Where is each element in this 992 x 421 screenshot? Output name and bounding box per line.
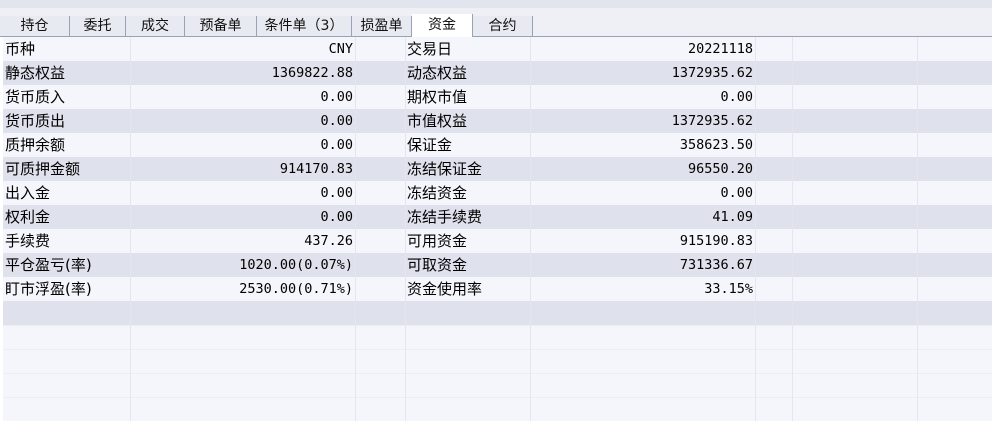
field-value: 914170.83 — [279, 161, 353, 177]
top-strip — [0, 0, 992, 8]
field-label: 冻结手续费 — [407, 208, 483, 226]
field-label: 静态权益 — [5, 64, 66, 82]
empty-row — [3, 301, 992, 325]
row-divider — [3, 373, 992, 374]
field-value: 0.00 — [720, 185, 753, 201]
column-divider — [917, 37, 918, 421]
field-label: 手续费 — [5, 232, 51, 250]
field-value: 437.26 — [304, 233, 353, 249]
empty-row — [3, 373, 992, 397]
field-label: 可取资金 — [407, 256, 468, 274]
field-label: 可质押金额 — [5, 160, 81, 178]
field-value: 1369822.88 — [271, 65, 353, 81]
field-label: 冻结资金 — [407, 184, 468, 202]
field-label: 冻结保证金 — [407, 160, 483, 178]
field-label: 货币质入 — [5, 88, 66, 106]
field-value: 0.00 — [320, 209, 353, 225]
column-divider — [792, 37, 793, 421]
tab-stop-profit-orders[interactable]: 损盈单 — [352, 16, 412, 36]
field-value: 731336.67 — [679, 257, 753, 273]
tab-conditional-orders[interactable]: 条件单（3） — [257, 16, 352, 36]
table-row[interactable]: 币种 CNY 交易日 20221118 — [3, 37, 992, 61]
field-value: 33.15% — [704, 281, 753, 297]
tab-bar: 持仓 委托 成交 预备单 条件单（3） 损盈单 资金 合约 — [0, 8, 992, 37]
tab-preorders[interactable]: 预备单 — [185, 16, 257, 36]
table-row[interactable]: 可质押金额 914170.83 冻结保证金 96550.20 — [3, 157, 992, 181]
field-value: 0.00 — [320, 185, 353, 201]
field-label: 权利金 — [5, 208, 51, 226]
column-divider — [130, 37, 131, 421]
field-label: 盯市浮盈(率) — [5, 280, 92, 298]
field-label: 出入金 — [5, 184, 51, 202]
table-row[interactable]: 货币质出 0.00 市值权益 1372935.62 — [3, 109, 992, 133]
column-divider — [355, 37, 356, 421]
table-row[interactable]: 质押余额 0.00 保证金 358623.50 — [3, 133, 992, 157]
table-row[interactable]: 平仓盈亏(率) 1020.00(0.07%) 可取资金 731336.67 — [3, 253, 992, 277]
empty-row — [3, 325, 992, 349]
field-label: 货币质出 — [5, 112, 66, 130]
field-value: 2530.00(0.71%) — [239, 281, 353, 297]
tab-contracts[interactable]: 合约 — [473, 16, 533, 36]
tab-trades[interactable]: 成交 — [126, 16, 185, 36]
field-value: 1372935.62 — [671, 113, 753, 129]
table-row[interactable]: 静态权益 1369822.88 动态权益 1372935.62 — [3, 61, 992, 85]
field-label: 期权市值 — [407, 88, 468, 106]
tab-funds[interactable]: 资金 — [412, 14, 473, 37]
table-row[interactable]: 权利金 0.00 冻结手续费 41.09 — [3, 205, 992, 229]
field-value: 0.00 — [720, 89, 753, 105]
column-divider — [530, 37, 531, 421]
table-row[interactable]: 出入金 0.00 冻结资金 0.00 — [3, 181, 992, 205]
field-value: 0.00 — [320, 113, 353, 129]
field-value: 1020.00(0.07%) — [239, 257, 353, 273]
empty-row — [3, 397, 992, 421]
field-label: 动态权益 — [407, 64, 468, 82]
table-row[interactable]: 盯市浮盈(率) 2530.00(0.71%) 资金使用率 33.15% — [3, 277, 992, 301]
column-divider — [405, 37, 406, 421]
field-value: 915190.83 — [679, 233, 753, 249]
field-value: CNY — [328, 41, 353, 57]
field-label: 保证金 — [407, 136, 453, 154]
field-label: 交易日 — [407, 40, 453, 58]
field-label: 币种 — [5, 40, 36, 58]
field-value: 0.00 — [320, 89, 353, 105]
field-value: 41.09 — [712, 209, 753, 225]
funds-grid: 币种 CNY 交易日 20221118 静态权益 1369822.88 动态权益… — [3, 37, 992, 421]
table-row[interactable]: 货币质入 0.00 期权市值 0.00 — [3, 85, 992, 109]
empty-row — [3, 349, 992, 373]
table-row[interactable]: 手续费 437.26 可用资金 915190.83 — [3, 229, 992, 253]
row-divider — [3, 325, 992, 326]
field-label: 质押余额 — [5, 136, 66, 154]
field-label: 资金使用率 — [407, 280, 483, 298]
row-divider — [3, 349, 992, 350]
field-value: 0.00 — [320, 137, 353, 153]
field-value: 96550.20 — [687, 161, 753, 177]
tab-orders[interactable]: 委托 — [70, 16, 126, 36]
field-value: 1372935.62 — [671, 65, 753, 81]
field-label: 市值权益 — [407, 112, 468, 130]
row-divider — [3, 397, 992, 398]
column-divider — [755, 37, 756, 421]
field-value: 20221118 — [687, 41, 753, 57]
field-value: 358623.50 — [679, 137, 753, 153]
tab-positions[interactable]: 持仓 — [0, 16, 70, 36]
field-label: 可用资金 — [407, 232, 468, 250]
field-label: 平仓盈亏(率) — [5, 256, 92, 274]
